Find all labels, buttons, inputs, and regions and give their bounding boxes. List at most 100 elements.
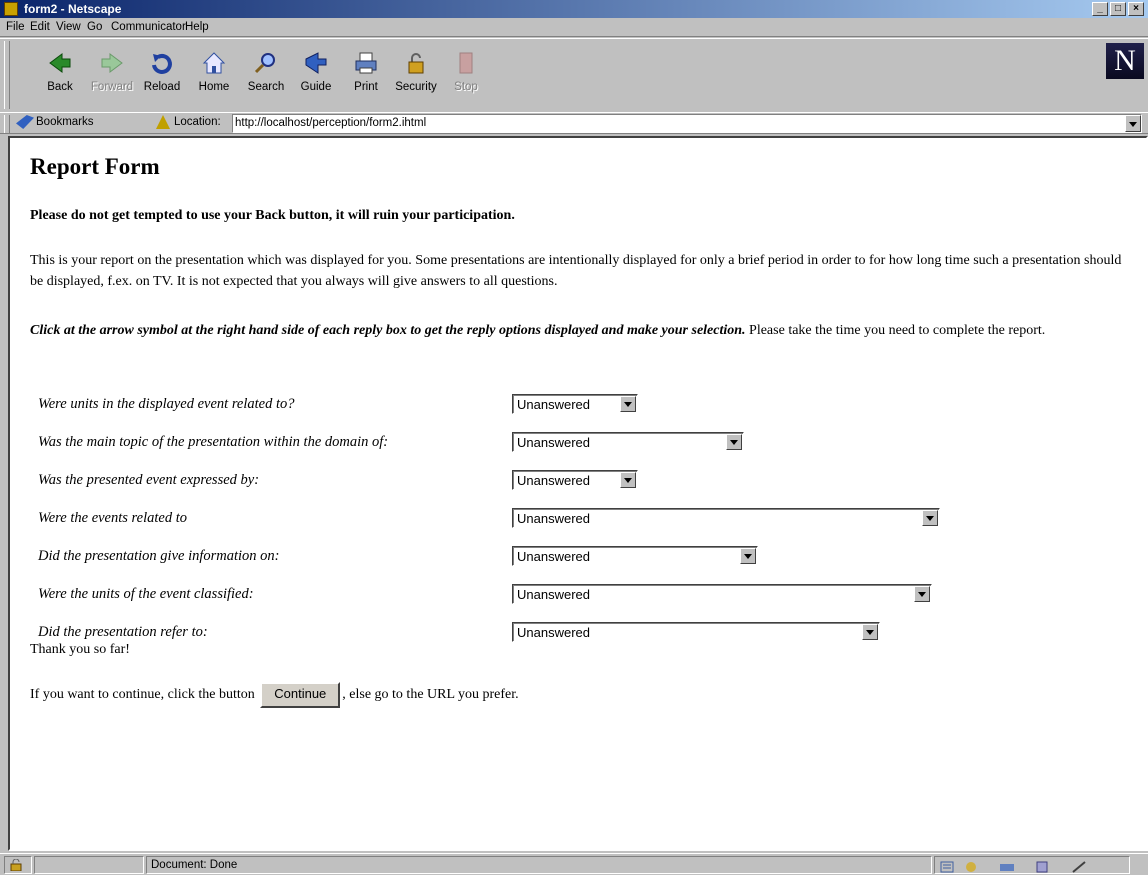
question-select[interactable]: Unanswered [512, 432, 744, 452]
print-label: Print [354, 81, 378, 93]
page-proxy-icon[interactable] [156, 115, 170, 129]
stop-label: Stop [454, 81, 478, 93]
menu-go[interactable]: Go [87, 21, 102, 33]
dropdown-arrow-icon[interactable] [740, 548, 756, 564]
reload-icon [152, 53, 172, 74]
select-value: Unanswered [517, 397, 590, 412]
continue-line: If you want to continue, click the butto… [30, 682, 519, 708]
thanks-text: Thank you so far! [30, 642, 130, 657]
question-label: Was the presented event expressed by: [38, 472, 260, 488]
dropdown-arrow-icon[interactable] [862, 624, 878, 640]
menu-help[interactable]: Help [185, 21, 209, 33]
select-value: Unanswered [517, 435, 590, 450]
stop-icon [459, 52, 473, 74]
status-bar: Document: Done [0, 853, 1148, 875]
search-icon [254, 53, 275, 74]
question-label: Did the presentation refer to: [38, 624, 208, 640]
newsgroups-icon[interactable] [999, 860, 1015, 874]
instruction-emphasis: Click at the arrow symbol at the right h… [30, 323, 746, 338]
question-select[interactable]: Unanswered [512, 470, 638, 490]
guide-button[interactable]: Guide [290, 45, 342, 109]
forward-arrow-icon [101, 53, 123, 73]
window-title-bar[interactable]: form2 - Netscape _ □ × [0, 0, 1148, 18]
instruction-rest: Please take the time you need to complet… [745, 323, 1046, 338]
question-label: Were the events related to [38, 510, 187, 526]
continue-button[interactable]: Continue [260, 682, 341, 708]
progress-cell [34, 856, 144, 874]
location-grip[interactable] [4, 115, 10, 133]
dropdown-arrow-icon[interactable] [726, 434, 742, 450]
intro-paragraph: This is your report on the presentation … [30, 253, 1122, 289]
dropdown-arrow-icon[interactable] [914, 586, 930, 602]
menu-bar: File Edit View Go Communicator Help [0, 18, 1148, 37]
guide-label: Guide [300, 81, 332, 93]
search-button[interactable]: Search [240, 45, 292, 109]
question-select[interactable]: Unanswered [512, 584, 932, 604]
warning-text: Please do not get tempted to use your Ba… [30, 208, 515, 223]
back-button[interactable]: Back [34, 45, 86, 109]
location-label: Location: [174, 116, 221, 128]
menu-communicator[interactable]: Communicator [111, 21, 186, 33]
dropdown-arrow-icon[interactable] [922, 510, 938, 526]
menu-view[interactable]: View [56, 21, 81, 33]
home-button[interactable]: Home [188, 45, 240, 109]
select-value: Unanswered [517, 587, 590, 602]
status-text: Document: Done [146, 856, 932, 874]
question-select[interactable]: Unanswered [512, 622, 880, 642]
composer-icon[interactable] [1071, 860, 1087, 874]
search-label: Search [247, 81, 285, 93]
security-button[interactable]: Security [390, 45, 442, 109]
select-value: Unanswered [517, 549, 590, 564]
bookmarks-button[interactable]: Bookmarks [36, 116, 94, 128]
select-value: Unanswered [517, 625, 590, 640]
select-value: Unanswered [517, 473, 590, 488]
dropdown-arrow-icon[interactable] [620, 472, 636, 488]
page-heading: Report Form [30, 154, 160, 179]
location-dropdown-button[interactable] [1125, 115, 1141, 132]
menu-file[interactable]: File [6, 21, 25, 33]
question-label: Were units in the displayed event relate… [38, 396, 295, 412]
netscape-logo[interactable]: N [1106, 43, 1144, 79]
select-value: Unanswered [517, 511, 590, 526]
print-icon [355, 52, 377, 74]
instruction-paragraph: Click at the arrow symbol at the right h… [30, 320, 1130, 341]
security-lock-icon [408, 53, 424, 74]
toolbar-grip[interactable] [4, 41, 10, 109]
home-label: Home [198, 81, 230, 93]
continue-before-text: If you want to continue, click the butto… [30, 687, 259, 703]
question-select[interactable]: Unanswered [512, 508, 940, 528]
question-select[interactable]: Unanswered [512, 394, 638, 414]
minimize-button[interactable]: _ [1092, 2, 1108, 16]
location-toolbar: Bookmarks Location: http://localhost/per… [0, 112, 1148, 134]
guide-icon [305, 52, 327, 74]
security-label: Security [395, 81, 437, 93]
print-button[interactable]: Print [340, 45, 392, 109]
question-select[interactable]: Unanswered [512, 546, 758, 566]
forward-label: Forward [90, 81, 134, 93]
security-status-cell[interactable] [4, 856, 32, 874]
continue-after-text: , else go to the URL you prefer. [342, 687, 519, 703]
location-url-field[interactable]: http://localhost/perception/form2.ihtml [232, 114, 1142, 133]
component-bar [934, 856, 1130, 874]
page-content: Report Form Please do not get tempted to… [8, 136, 1148, 851]
stop-button[interactable]: Stop [440, 45, 492, 109]
location-url-text: http://localhost/perception/form2.ihtml [235, 117, 427, 129]
maximize-button[interactable]: □ [1110, 2, 1126, 16]
window-title: form2 - Netscape [24, 2, 122, 16]
reload-label: Reload [143, 81, 181, 93]
address-book-icon[interactable] [1035, 860, 1051, 874]
forward-button[interactable]: Forward [86, 45, 138, 109]
bookmarks-icon [16, 115, 34, 129]
menu-edit[interactable]: Edit [30, 21, 50, 33]
dropdown-arrow-icon[interactable] [620, 396, 636, 412]
question-label: Did the presentation give information on… [38, 548, 280, 564]
mail-icon[interactable] [963, 860, 979, 874]
netscape-app-icon [4, 2, 18, 16]
navigator-icon[interactable] [939, 860, 955, 874]
question-label: Was the main topic of the presentation w… [38, 434, 389, 450]
close-button[interactable]: × [1128, 2, 1144, 16]
lock-icon [10, 858, 22, 872]
back-label: Back [47, 81, 73, 93]
question-label: Were the units of the event classified: [38, 586, 254, 602]
reload-button[interactable]: Reload [136, 45, 188, 109]
